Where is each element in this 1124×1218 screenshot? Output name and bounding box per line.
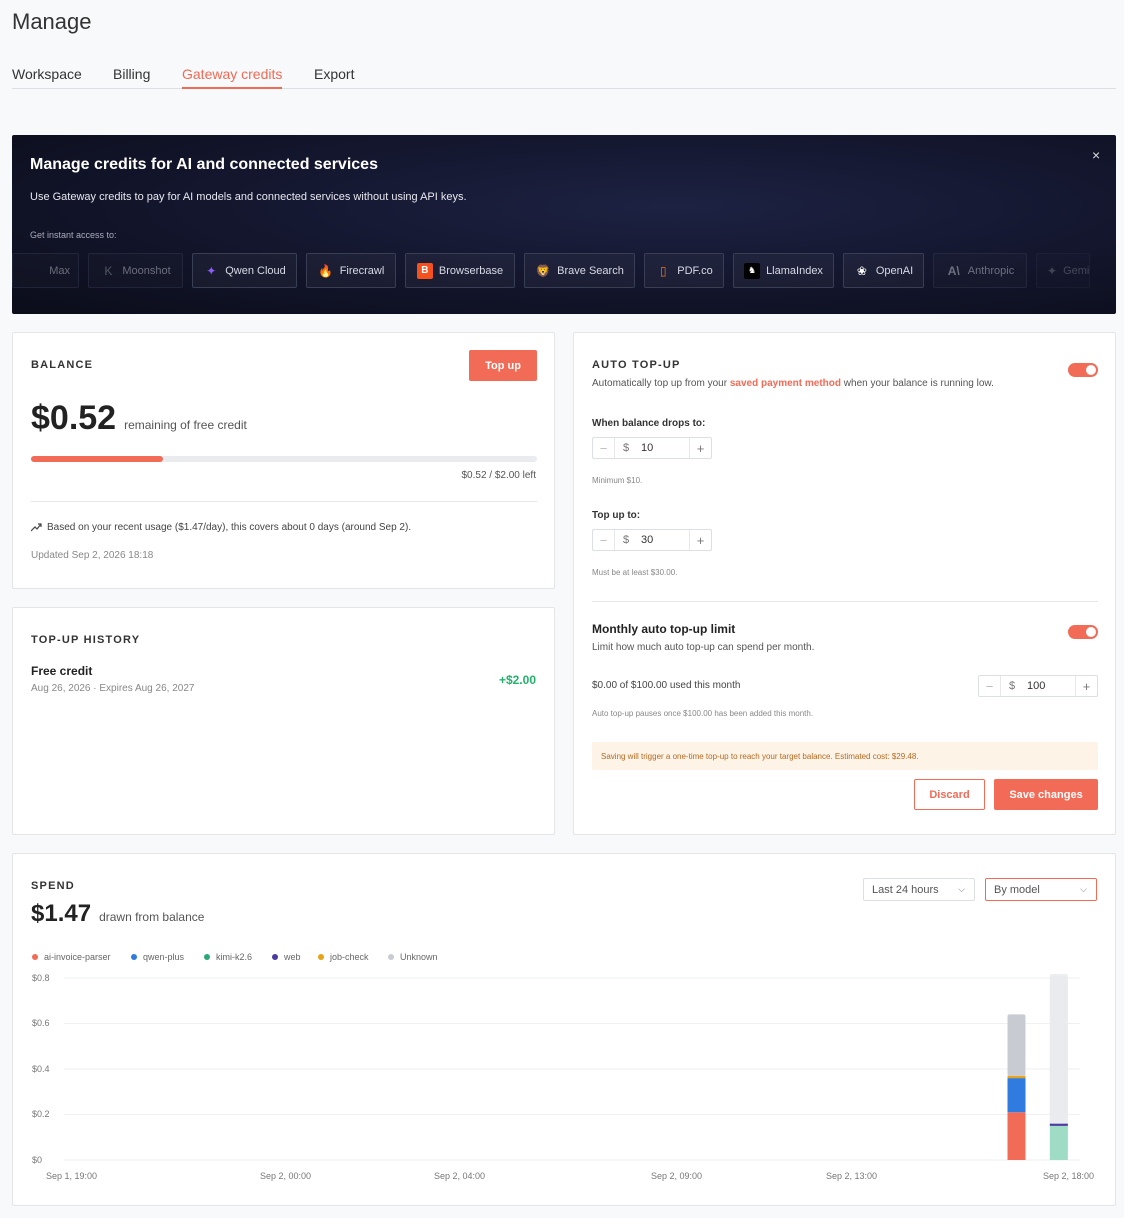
bar-segment-job-check[interactable]: [1007, 1075, 1026, 1079]
bar-segment-kimi-k2.6[interactable]: [1049, 1125, 1068, 1160]
bar-segment-Unknown[interactable]: [1007, 1014, 1026, 1076]
bar-segment-qwen-plus[interactable]: [1007, 1078, 1026, 1113]
bar-segment-Unknown[interactable]: [1049, 975, 1068, 1124]
bar-segment-ai-invoice-parser[interactable]: [1007, 1112, 1026, 1160]
spend-chart: [64, 974, 1080, 1161]
bar-segment-web[interactable]: [1049, 1123, 1068, 1126]
